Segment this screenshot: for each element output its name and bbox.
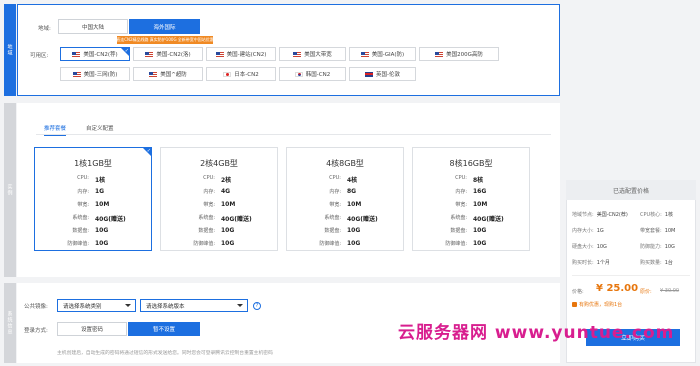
- os-version-select[interactable]: 请选择系统版本: [140, 299, 248, 312]
- us-flag-icon: [72, 71, 81, 77]
- summary-row: CPU核心: 1核: [640, 212, 674, 218]
- login-label: 登录方式:: [24, 328, 48, 334]
- region-section-bar: 地域: [4, 4, 16, 96]
- zone-us-3net[interactable]: 美国-三网(防): [60, 67, 130, 81]
- zone-uk-london[interactable]: 英国-伦敦: [349, 67, 416, 81]
- config-section-bar: 实例: [4, 103, 16, 277]
- tabs-divider: [36, 134, 551, 135]
- zone-jp-cn2[interactable]: 日本-CN2: [206, 67, 276, 81]
- summary-row: 地域节点: 美国-CN2(荐): [572, 212, 628, 218]
- gift-icon: [572, 302, 577, 307]
- plan-title: 8核16GB型: [449, 159, 493, 168]
- plan-title: 1核1GB型: [74, 159, 112, 168]
- us-flag-icon: [72, 51, 81, 57]
- us-flag-icon: [149, 71, 158, 77]
- summary-row: 购买时长: 1个月: [572, 260, 610, 266]
- zone-us-super[interactable]: 美国^超防: [133, 67, 203, 81]
- summary-row: 购买数量: 1台: [640, 260, 673, 266]
- plan-card[interactable]: 2核4GB型 CPU: 2核 内存: 4G 带宽: 10M 系统盘: 40G(赠送) 数…: [160, 147, 278, 251]
- zone-us-gia[interactable]: 美国-GIA(防): [349, 47, 416, 61]
- selected-check-icon: [121, 48, 129, 56]
- region-tab-mainland[interactable]: 中国大陆: [58, 19, 128, 34]
- set-password-button[interactable]: 设置密码: [57, 322, 127, 336]
- zone-us-200g[interactable]: 美国200G高防: [419, 47, 499, 61]
- us-flag-icon: [360, 51, 369, 57]
- us-flag-icon: [145, 51, 154, 57]
- plan-title: 4核8GB型: [326, 159, 364, 168]
- summary-row: 防御能力: 10G: [640, 244, 675, 250]
- zone-us-bandwidth[interactable]: 美国大带宽: [279, 47, 346, 61]
- us-flag-icon: [435, 51, 444, 57]
- image-label: 公共镜像:: [24, 304, 48, 310]
- help-icon[interactable]: ?: [253, 302, 261, 310]
- original-price: ¥ 30.00: [660, 288, 680, 294]
- promo-banner: 直连CN2精品线路 真实防护100G 全新带宽中国站优惠: [117, 36, 213, 44]
- summary-divider: [572, 275, 690, 276]
- us-flag-icon: [215, 51, 224, 57]
- plan-title: 2核4GB型: [200, 159, 238, 168]
- password-note: 主机创建后，自动生成的密码将通过短信的形式发送给您。同时您会可登录腾讯云控制台重…: [57, 351, 273, 356]
- plan-card[interactable]: 4核8GB型 CPU: 4核 内存: 8G 带宽: 10M 系统盘: 40G(赠送) 数…: [286, 147, 404, 251]
- selected-check-icon: [143, 148, 151, 156]
- zone-us-cn2-rec[interactable]: 美国-CN2(荐): [60, 47, 130, 61]
- uk-flag-icon: [365, 71, 373, 77]
- jp-flag-icon: [223, 71, 232, 77]
- original-price-label: 原价:: [640, 289, 652, 295]
- os-type-select[interactable]: 请选择系统类别: [57, 299, 136, 312]
- region-label: 地域:: [38, 26, 51, 32]
- region-tab-overseas[interactable]: 海外国际: [129, 19, 200, 34]
- system-section-bar: 系统信息: [4, 283, 16, 363]
- zone-label: 可用区:: [30, 53, 49, 59]
- summary-row: 内存大小: 1G: [572, 228, 604, 234]
- plan-card[interactable]: 8核16GB型 CPU: 8核 内存: 16G 带宽: 10M 系统盘: 40G(赠送)…: [412, 147, 530, 251]
- us-flag-icon: [293, 51, 302, 57]
- watermark: 云服务器网 www.yuntue.com: [398, 323, 675, 343]
- tab-custom[interactable]: 自定义配置: [86, 124, 114, 132]
- summary-row: 带宽套餐: 10M: [640, 228, 676, 234]
- summary-title: 已选配置价格: [566, 180, 696, 200]
- zone-kr-cn2[interactable]: 韩国-CN2: [279, 67, 346, 81]
- chevron-down-icon: [237, 304, 243, 307]
- chevron-down-icon: [125, 304, 131, 307]
- price-value: ¥ 25.00: [596, 283, 639, 294]
- skip-password-button[interactable]: 暂不设置: [128, 322, 200, 336]
- summary-row: 硬盘大小: 10G: [572, 244, 607, 250]
- plan-card[interactable]: 1核1GB型 CPU:1核 内存:1G 带宽:10M 系统盘:40G(赠送) 数…: [34, 147, 152, 251]
- zone-us-cn2-la[interactable]: 美国-CN2(洛): [133, 47, 203, 61]
- kr-flag-icon: [294, 71, 303, 77]
- zone-us-site[interactable]: 美国-建站(CN2): [206, 47, 276, 61]
- promo-line: 有购优惠，现购1台: [572, 301, 622, 308]
- price-label: 价格:: [572, 289, 584, 295]
